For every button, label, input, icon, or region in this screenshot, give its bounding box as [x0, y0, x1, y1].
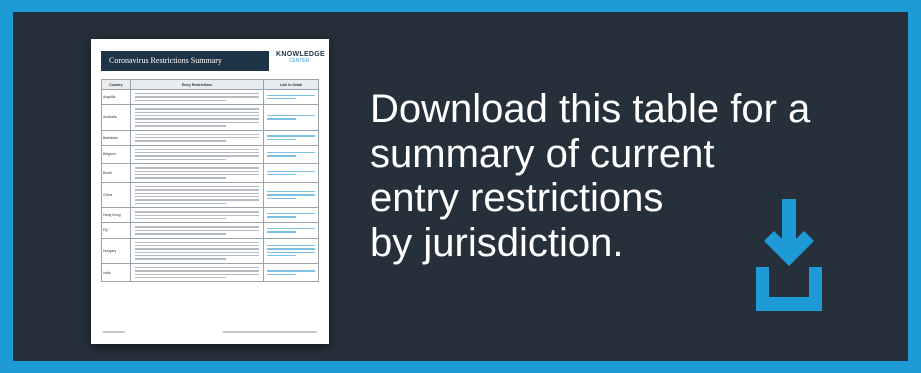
link-cell [263, 163, 319, 183]
headline-text: Download this table for a summary of cur… [370, 87, 811, 265]
country-cell: Anguilla [101, 88, 131, 106]
link-cell [263, 129, 319, 146]
link-cell [263, 262, 319, 283]
document-title: Coronavirus Restrictions Summary [109, 56, 222, 65]
restrictions-cell [130, 237, 264, 264]
link-cell [263, 207, 319, 224]
column-header: Country [101, 79, 131, 90]
country-cell: Hungary [101, 237, 131, 264]
table-row: Barbados [101, 129, 319, 146]
link-cell [263, 104, 319, 131]
headline-line: Download this table for a [370, 87, 811, 131]
link-cell [263, 144, 319, 165]
table-row: Fiji [101, 222, 319, 239]
link-cell [263, 222, 319, 239]
country-cell: China [101, 181, 131, 209]
country-cell: Brazil [101, 163, 131, 183]
restrictions-cell [130, 163, 264, 183]
country-cell: Barbados [101, 129, 131, 146]
banner-frame[interactable]: Coronavirus Restrictions Summary KNOWLED… [0, 0, 921, 373]
table-header-row: Country Entry Restrictions Link to Detai… [101, 79, 319, 90]
restrictions-cell [130, 262, 264, 283]
link-cell [263, 88, 319, 106]
restrictions-cell [130, 88, 264, 106]
table-row: Brazil [101, 163, 319, 183]
document-header: Coronavirus Restrictions Summary [101, 51, 269, 71]
table-row: Belgium [101, 144, 319, 165]
table-row: Hong Kong [101, 207, 319, 224]
country-cell: India [101, 262, 131, 283]
restrictions-cell [130, 104, 264, 131]
table-row: Australia [101, 104, 319, 131]
table-row: India [101, 262, 319, 283]
logo-top-text: KNOWLEDGE [276, 51, 325, 58]
document-footer [103, 331, 317, 334]
banner-panel: Coronavirus Restrictions Summary KNOWLED… [13, 12, 908, 361]
restrictions-cell [130, 144, 264, 165]
headline-line: summary of current [370, 131, 715, 176]
restrictions-cell [130, 129, 264, 146]
column-header: Entry Restrictions [130, 79, 264, 90]
headline-line: entry restrictions [370, 176, 664, 220]
country-cell: Belgium [101, 144, 131, 165]
country-cell: Australia [101, 104, 131, 131]
table-row: Anguilla [101, 88, 319, 106]
headline-line: by jurisdiction. [370, 220, 624, 265]
link-cell [263, 181, 319, 209]
link-cell [263, 237, 319, 264]
logo-bottom-text: CENTER [288, 58, 310, 64]
country-cell: Fiji [101, 222, 131, 239]
restrictions-cell [130, 207, 264, 224]
table-row: Hungary [101, 237, 319, 264]
country-cell: Hong Kong [101, 207, 131, 224]
restrictions-table: Country Entry Restrictions Link to Detai… [101, 79, 319, 283]
restrictions-cell [130, 181, 264, 209]
table-preview-document[interactable]: Coronavirus Restrictions Summary KNOWLED… [91, 39, 329, 344]
column-header: Link to Detail [263, 79, 319, 90]
table-row: China [101, 181, 319, 209]
knowledge-center-logo: KNOWLEDGE CENTER [276, 51, 325, 64]
restrictions-cell [130, 222, 264, 239]
download-icon[interactable] [756, 199, 822, 311]
